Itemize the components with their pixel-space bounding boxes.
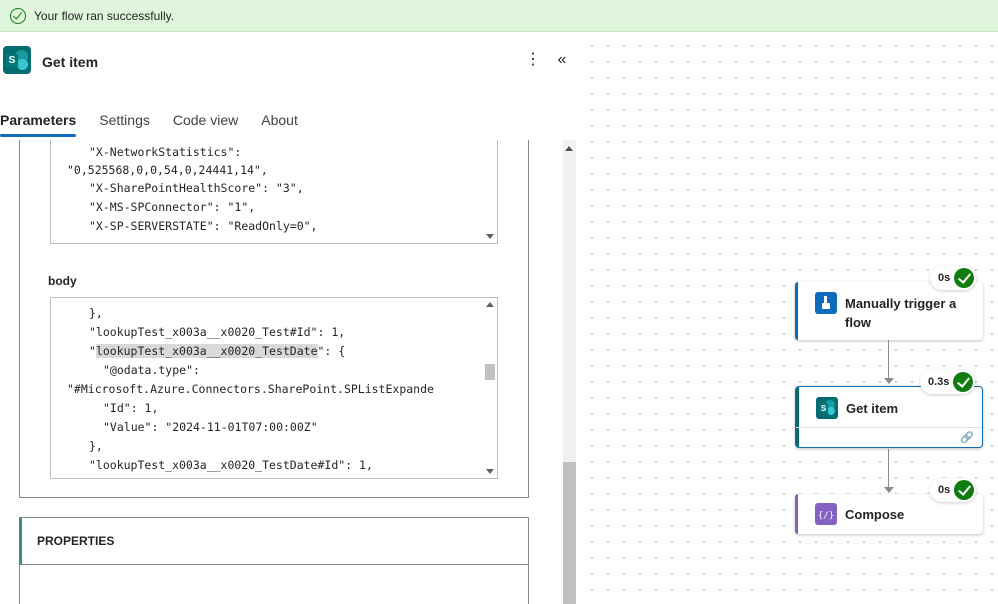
code-line: "X-SP-SERVERSTATE": "ReadOnly=0", (89, 219, 318, 233)
scroll-down-icon[interactable] (486, 234, 494, 239)
body-code-box[interactable]: }, "lookupTest_x003a__x0020_Test#Id": 1,… (50, 297, 498, 479)
node-accent (795, 494, 798, 534)
scroll-thumb[interactable] (485, 364, 495, 380)
duration-badge: 0.3s (920, 370, 976, 394)
headers-code-box[interactable]: "X-NetworkStatistics": "0,525568,0,0,54,… (50, 140, 498, 244)
panel-title: Get item (42, 54, 99, 70)
scroll-thumb[interactable] (563, 462, 576, 604)
node-label: Compose (845, 507, 905, 522)
scroll-up-icon[interactable] (565, 146, 573, 151)
code-line: "X-NetworkStatistics": (89, 145, 242, 159)
flow-canvas[interactable]: Manually trigger a flow 0s S Get item 🔗 … (580, 32, 998, 604)
tab-parameters[interactable]: Parameters (0, 110, 77, 140)
code-line: "X-MS-SPConnector": "1", (89, 200, 256, 214)
properties-section[interactable]: PROPERTIES (19, 517, 529, 565)
connector-line (888, 340, 889, 380)
node-get-item[interactable]: S Get item 🔗 (795, 386, 983, 448)
trigger-hand-icon (815, 292, 837, 314)
code-line: "@odata.type": (103, 363, 200, 377)
check-circle-icon (10, 7, 26, 24)
more-vertical-icon[interactable]: ⋮ (525, 50, 541, 70)
code-line: "Value": "2024-11-01T07:00:00Z" (103, 420, 318, 434)
duration-badge: 0s (930, 478, 977, 502)
success-check-icon (954, 480, 975, 500)
code-line-prefix: "lookupTest_x003a__x0020_TestDate": { (89, 344, 346, 358)
scroll-up-icon[interactable] (486, 302, 494, 307)
sharepoint-icon: S (3, 46, 31, 74)
code-line: "0,525568,0,0,54,0,24441,14", (67, 163, 268, 177)
duration-text: 0s (938, 484, 951, 496)
node-accent (796, 387, 799, 447)
duration-text: 0.3s (928, 376, 950, 388)
duration-badge: 0s (930, 266, 977, 290)
banner-message: Your flow ran successfully. (34, 8, 175, 23)
chevron-double-left-icon[interactable]: « (553, 50, 571, 70)
tab-settings[interactable]: Settings (99, 110, 150, 140)
node-divider (796, 427, 982, 428)
parameters-content: "X-NetworkStatistics": "0,525568,0,0,54,… (0, 140, 580, 604)
node-label: Manually trigger a flow (845, 296, 957, 330)
code-line: "X-SharePointHealthScore": "3", (89, 181, 304, 195)
success-banner: Your flow ran successfully. (0, 0, 998, 32)
code-line: "lookupTest_x003a__x0020_Test#Id": 1, (89, 325, 346, 339)
panel-scrollbar[interactable] (563, 140, 576, 604)
code-line: }, (89, 306, 103, 320)
sharepoint-icon: S (816, 397, 838, 419)
compose-icon: {/} (815, 503, 837, 525)
connector-line (888, 449, 889, 489)
body-label: body (48, 274, 77, 288)
tab-code-view[interactable]: Code view (173, 110, 238, 140)
node-manual-trigger[interactable]: Manually trigger a flow (795, 282, 983, 340)
properties-content (19, 565, 529, 604)
body-scrollbar[interactable] (483, 298, 497, 478)
success-check-icon (953, 372, 974, 392)
svg-text:{/}: {/} (818, 511, 834, 521)
arrow-down-icon (884, 487, 894, 493)
arrow-down-icon (884, 378, 894, 384)
code-line: }, (89, 439, 103, 453)
code-line: "lookupTest_x003a__x0020_TestDate#Id": 1… (89, 458, 373, 472)
code-line: "#Microsoft.Azure.Connectors.SharePoint.… (67, 382, 434, 396)
success-check-icon (954, 268, 975, 288)
panel-tabs: Parameters Settings Code view About (0, 110, 321, 140)
link-icon[interactable]: 🔗 (960, 431, 974, 444)
scroll-down-icon[interactable] (486, 469, 494, 474)
headers-scrollbar[interactable] (483, 140, 497, 243)
svg-text:S: S (821, 404, 827, 413)
tab-about[interactable]: About (261, 110, 298, 140)
node-accent (795, 282, 798, 340)
details-panel: S Get item ⋮ « Parameters Settings Code … (0, 32, 580, 604)
properties-label: PROPERTIES (37, 534, 115, 548)
panel-header: S Get item ⋮ « (0, 32, 580, 94)
highlighted-text: lookupTest_x003a__x0020_TestDate (95, 344, 318, 358)
duration-text: 0s (938, 272, 951, 284)
code-line: "Id": 1, (103, 401, 159, 415)
node-label: Get item (846, 401, 899, 416)
